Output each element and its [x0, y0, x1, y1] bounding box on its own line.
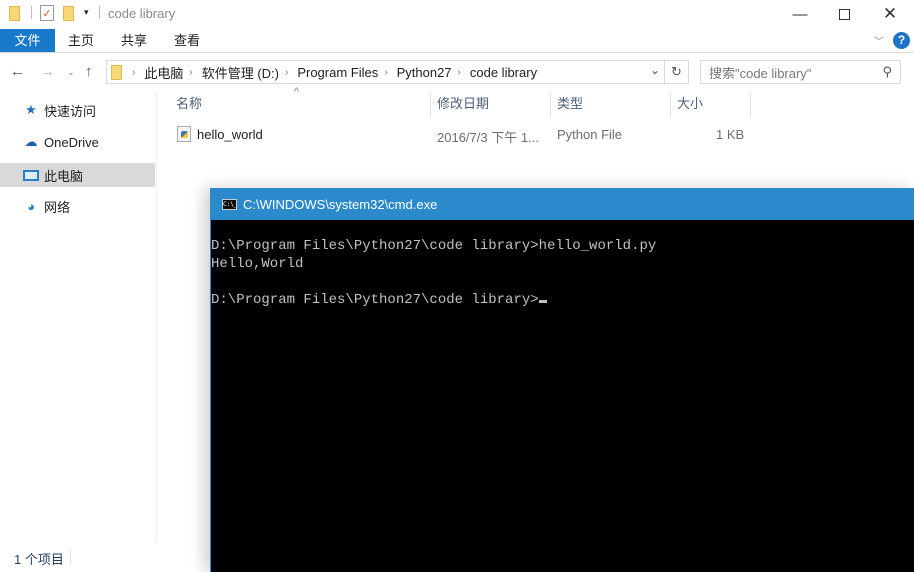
python-file-icon [177, 125, 196, 142]
maximize-icon[interactable] [821, 0, 867, 28]
chevron-right-icon[interactable]: › [384, 67, 387, 78]
onedrive-icon: ☁ [24, 134, 38, 149]
sidebar-item-label: OneDrive [44, 134, 99, 150]
refresh-icon: ↻ [671, 64, 682, 79]
separator [70, 550, 71, 565]
separator [31, 6, 32, 19]
up-icon[interactable]: ↑ [85, 63, 93, 80]
chevron-right-icon[interactable]: › [189, 67, 192, 78]
console-line: Hello,World [211, 256, 304, 272]
title-bar: ✓ ▾ code library — ✕ [0, 0, 914, 28]
file-modified: 2016/7/3 下午 1... [437, 130, 539, 145]
folder-icon [111, 64, 122, 80]
sidebar-item-label: 此电脑 [44, 168, 84, 184]
column-header-modified[interactable]: 修改日期 [431, 92, 551, 118]
help-icon[interactable]: ? [893, 32, 910, 49]
close-icon[interactable]: ✕ [867, 0, 913, 28]
window-title: code library [108, 6, 176, 21]
tab-share[interactable]: 共享 [111, 29, 157, 52]
cmd-title: C:\WINDOWS\system32\cmd.exe [243, 196, 438, 212]
tab-home[interactable]: 主页 [58, 29, 104, 52]
sidebar-item-network[interactable]: ◕ 网络 [0, 194, 155, 218]
sidebar-item-label: 网络 [44, 199, 71, 215]
star-icon: ★ [25, 102, 37, 117]
column-header-type[interactable]: 类型 [551, 92, 671, 118]
minimize-icon[interactable]: — [777, 0, 823, 28]
forward-icon[interactable]: → [40, 63, 55, 80]
sidebar-item-onedrive[interactable]: ☁ OneDrive [0, 130, 155, 154]
console-prompt: D:\Program Files\Python27\code library> [211, 292, 539, 308]
breadcrumb-program-files[interactable]: Program Files [297, 65, 378, 80]
breadcrumb-this-pc[interactable]: 此电脑 [144, 63, 183, 82]
properties-icon[interactable]: ✓ [40, 5, 54, 21]
column-header-size[interactable]: 大小 [671, 92, 751, 118]
tab-view[interactable]: 查看 [164, 29, 210, 52]
search-placeholder: 搜索"code library" [709, 65, 812, 81]
ribbon-tabs: 文件 主页 共享 查看 ﹀ ? [0, 29, 914, 53]
sidebar-item-this-pc[interactable]: 此电脑 [0, 163, 155, 187]
chevron-right-icon[interactable]: › [458, 67, 461, 78]
new-folder-icon[interactable] [63, 6, 74, 21]
console-output[interactable]: D:\Program Files\Python27\code library>h… [211, 237, 656, 309]
refresh-button[interactable]: ↻ [665, 60, 689, 84]
address-bar[interactable]: › 此电脑 › 软件管理 (D:) › Program Files › Pyth… [106, 60, 665, 84]
search-input[interactable]: 搜索"code library" ⚲ [700, 60, 901, 84]
separator [99, 6, 100, 19]
back-icon[interactable]: ← [10, 63, 25, 80]
file-row[interactable]: hello_world 2016/7/3 下午 1... Python File… [170, 124, 750, 146]
network-icon: ◕ [27, 198, 35, 214]
customize-quick-access-icon[interactable]: ▾ [84, 7, 89, 18]
chevron-right-icon[interactable]: › [285, 67, 288, 78]
file-type: Python File [557, 127, 623, 142]
expand-ribbon-icon[interactable]: ﹀ [874, 33, 884, 48]
navigation-bar: ← → ⌄ ↑ › 此电脑 › 软件管理 (D:) › Program File… [0, 57, 914, 89]
sidebar-item-quick-access[interactable]: ★ 快速访问 [0, 98, 155, 122]
breadcrumb-python27[interactable]: Python27 [397, 65, 452, 80]
cmd-icon: C:\_ [222, 198, 237, 210]
recent-locations-icon[interactable]: ⌄ [67, 67, 75, 78]
file-size: 1 KB [716, 127, 745, 142]
tab-file[interactable]: 文件 [0, 29, 55, 52]
breadcrumb-code-library[interactable]: code library [470, 65, 537, 80]
console-prompt-line: D:\Program Files\Python27\code library> [211, 291, 656, 309]
computer-icon [22, 169, 40, 181]
address-history-icon[interactable]: ⌄ [650, 63, 660, 77]
chevron-right-icon[interactable]: › [132, 67, 135, 78]
column-header-name[interactable]: 名称 [170, 92, 431, 118]
text-cursor [538, 300, 547, 303]
sidebar-item-label: 快速访问 [44, 103, 97, 119]
console-line: D:\Program Files\Python27\code library>h… [211, 238, 657, 254]
item-count: 1 个项目 [14, 552, 64, 567]
search-icon[interactable]: ⚲ [882, 64, 892, 80]
breadcrumb-drive-d[interactable]: 软件管理 (D:) [202, 63, 279, 82]
file-name: hello_world [197, 127, 263, 142]
cmd-title-bar[interactable]: C:\_ C:\WINDOWS\system32\cmd.exe [211, 188, 914, 220]
navigation-pane: ★ 快速访问 ☁ OneDrive 此电脑 ◕ 网络 [0, 92, 157, 542]
cmd-window[interactable]: C:\_ C:\WINDOWS\system32\cmd.exe D:\Prog… [210, 188, 914, 572]
folder-icon [9, 6, 20, 21]
